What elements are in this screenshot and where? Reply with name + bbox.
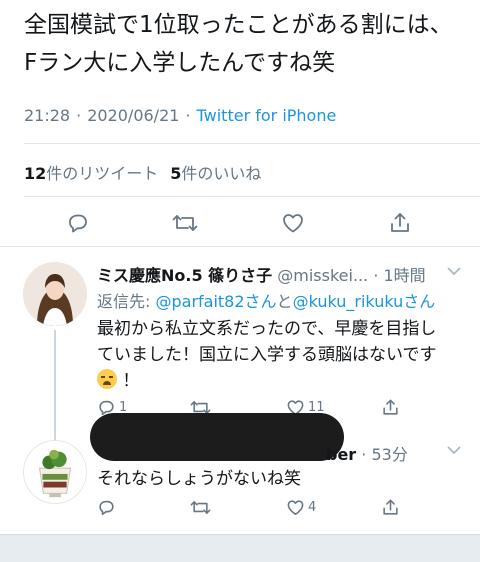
share-icon (383, 399, 398, 415)
heart-icon (283, 214, 303, 233)
reply-text-line: ていました！国立に入学する頭脳はないです (97, 345, 437, 365)
like-button[interactable]: 4 (286, 498, 316, 517)
loudly-crying-face-icon (97, 369, 117, 389)
share-button[interactable] (385, 209, 415, 237)
reply-text-line: 最初から私立文系だったので、早慶を目指し (97, 319, 437, 339)
meta-separator: · (76, 106, 82, 125)
reply-to-user-link[interactable]: @parfait82さん (155, 292, 276, 311)
reply-text-line: ！ (97, 368, 467, 394)
likes-stat[interactable]: 5件のいいね (170, 164, 261, 183)
thread-line (54, 330, 56, 440)
user-photo-icon (23, 262, 87, 326)
reply-dot: · (373, 266, 379, 285)
redaction-bar (90, 413, 344, 461)
retweet-icon (190, 501, 211, 514)
divider (24, 196, 480, 197)
share-icon (391, 213, 409, 232)
reply-text-line-end: ！ (122, 371, 140, 391)
reply-time: 53分 (371, 445, 408, 464)
avatar[interactable] (23, 262, 87, 326)
retweet-label: 件のリツイート (46, 164, 159, 183)
reply-to-line: 返信先: @parfait82さんと@kuku_rikukuさん (97, 288, 435, 312)
reply-text: 最初から私立文系だったので、早慶を目指し ていました！国立に入学する頭脳はないで… (97, 316, 467, 394)
retweet-icon (172, 215, 198, 231)
chevron-down-icon-svg (447, 446, 461, 455)
tweet-source-link[interactable]: Twitter for iPhone (197, 106, 337, 125)
tweet-time: 21:28 (24, 106, 71, 125)
like-count: 5 (170, 164, 182, 183)
retweet-button[interactable] (190, 498, 214, 517)
reply-author-handle[interactable]: @misskei... (277, 266, 368, 285)
reply-to-user-link-2[interactable]: @kuku_rikukuさん (293, 292, 436, 311)
reply-button[interactable] (97, 498, 119, 517)
bottom-bar (0, 534, 480, 562)
tweet-action-bar (0, 203, 480, 243)
share-icon (383, 499, 398, 515)
tweet-stats: 12件のリツイート 5件のいいね (24, 160, 261, 184)
section-divider (0, 246, 480, 247)
share-button[interactable] (381, 498, 400, 517)
tweet-text: 全国模試で1位取ったことがある割には、Fラン大に入学したんですね笑 (24, 12, 453, 76)
reply-text: それならしょうがないね笑 (97, 469, 301, 489)
avatar[interactable] (23, 440, 87, 504)
reply-author-name[interactable]: ミス慶應No.5 篠りさ子 (97, 266, 272, 285)
like-count: 4 (308, 500, 317, 515)
divider (24, 143, 480, 144)
reply-header: ber · 53分 (326, 441, 408, 465)
reply-button[interactable] (63, 209, 93, 237)
like-button[interactable] (278, 209, 308, 237)
tweet-date: 2020/06/21 (87, 106, 180, 125)
meta-separator-2: · (185, 106, 191, 125)
chevron-down-icon-svg (447, 267, 461, 276)
reply-author-name[interactable]: ber (326, 445, 356, 464)
retweet-button[interactable] (170, 209, 200, 237)
reply-header: ミス慶應No.5 篠りさ子 @misskei... · 1時間 (97, 262, 426, 286)
reply-action-bar: 4 (97, 498, 467, 518)
tweet-meta: 21:28 · 2020/06/21 · Twitter for iPhone (24, 106, 336, 125)
heart-icon (287, 500, 304, 516)
reply-dot: · (361, 445, 367, 464)
chevron-down-icon[interactable] (447, 443, 461, 459)
reply-icon (69, 214, 87, 233)
retweets-stat[interactable]: 12件のリツイート (24, 164, 158, 183)
reply-to-prefix: 返信先: (97, 292, 156, 311)
reply-to-and: と (276, 292, 293, 311)
reply-time: 1時間 (383, 266, 426, 285)
share-button[interactable] (381, 398, 400, 417)
like-label: 件のいいね (181, 164, 262, 183)
retweet-count: 12 (24, 164, 47, 183)
reply-icon (99, 500, 114, 516)
chevron-down-icon[interactable] (447, 264, 461, 280)
parfait-icon (24, 441, 86, 503)
